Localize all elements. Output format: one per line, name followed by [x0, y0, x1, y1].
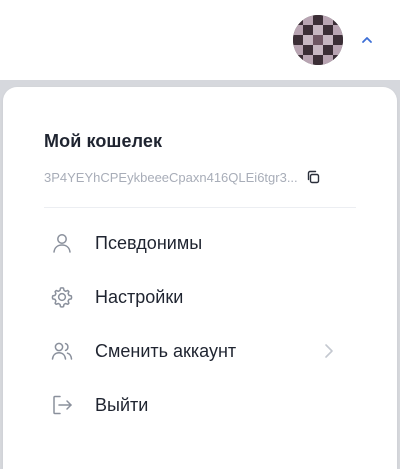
- wallet-address-row: 3P4YEYhCPEykbeeeCpaxn416QLEi6tgr3...: [44, 168, 354, 186]
- account-avatar[interactable]: [293, 15, 343, 65]
- chevron-right-icon: [325, 344, 333, 358]
- menu-item-label: Настройки: [95, 286, 184, 307]
- wallet-address: 3P4YEYhCPEykbeeeCpaxn416QLEi6tgr3...: [44, 169, 298, 185]
- identicon-avatar-icon: [293, 15, 343, 65]
- menu-item-aliases[interactable]: Псевдонимы: [44, 223, 356, 263]
- copy-icon[interactable]: [306, 170, 320, 184]
- logout-icon: [53, 395, 72, 415]
- wallet-title: Мой кошелек: [44, 131, 163, 151]
- top-bar: [0, 0, 400, 80]
- menu-item-logout[interactable]: Выйти: [44, 385, 356, 425]
- menu-item-label: Сменить аккаунт: [95, 340, 237, 361]
- user-icon: [53, 234, 71, 253]
- users-icon: [51, 342, 73, 360]
- divider: [44, 207, 356, 208]
- menu-item-switch-account[interactable]: Сменить аккаунт: [44, 331, 356, 371]
- menu-item-settings[interactable]: Настройки: [44, 277, 356, 317]
- chevron-up-icon[interactable]: [361, 34, 373, 46]
- gear-icon: [51, 287, 73, 308]
- menu-item-label: Псевдонимы: [95, 232, 203, 253]
- menu-item-label: Выйти: [95, 394, 149, 415]
